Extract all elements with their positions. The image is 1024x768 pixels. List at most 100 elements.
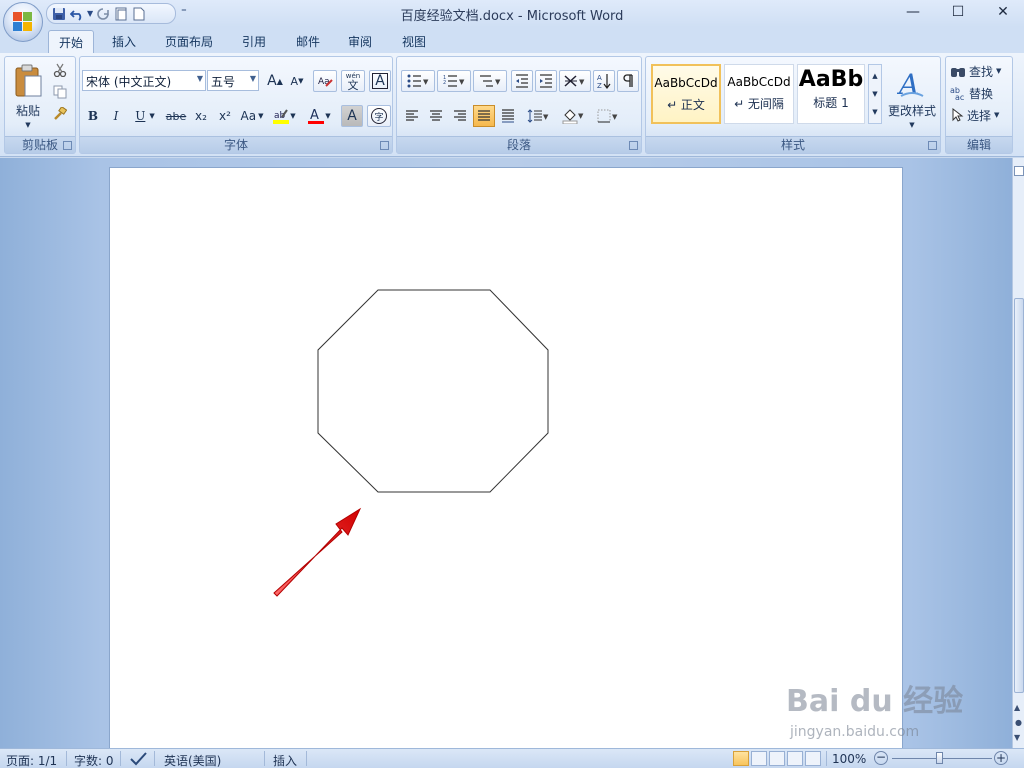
shrink-font-button[interactable]: A ▼ — [287, 70, 307, 92]
full-screen-reading-view-icon[interactable] — [751, 751, 767, 766]
document-page[interactable] — [109, 167, 903, 748]
align-center-button[interactable] — [425, 105, 447, 127]
select-button[interactable]: 选择 ▼ — [950, 105, 1012, 125]
status-separator — [264, 751, 265, 766]
tab-page-layout[interactable]: 页面布局 — [156, 30, 222, 53]
tab-home[interactable]: 开始 — [48, 30, 94, 53]
strikethrough-button[interactable]: abe — [164, 105, 188, 127]
paste-button[interactable]: 粘贴 ▼ — [9, 59, 47, 133]
multilevel-list-icon: ▼ — [480, 75, 501, 87]
bullets-button[interactable]: ▼ — [401, 70, 435, 92]
draft-view-icon[interactable] — [805, 751, 821, 766]
align-left-button[interactable] — [401, 105, 423, 127]
font-size-combo[interactable]: 五号 ▼ — [207, 70, 259, 91]
shading-button[interactable]: ▼ — [557, 105, 589, 127]
distributed-button[interactable] — [497, 105, 519, 127]
change-case-button[interactable]: Aa ▼ — [238, 105, 266, 127]
font-color-button[interactable]: A ▼ — [303, 105, 335, 127]
web-layout-view-icon[interactable] — [769, 751, 785, 766]
show-marks-button[interactable] — [617, 70, 639, 92]
phonetic-guide-button[interactable]: wén 文 — [341, 70, 365, 92]
style-normal[interactable]: AaBbCcDd ↵ 正文 — [651, 64, 721, 124]
replace-button[interactable]: ab ac 替换 — [950, 83, 1012, 103]
style-heading-1[interactable]: AaBb 标题 1 — [797, 64, 865, 124]
numbering-button[interactable]: 1 2 ▼ — [437, 70, 471, 92]
character-border-button[interactable]: A — [369, 70, 391, 92]
find-dropdown-icon: ▼ — [996, 67, 1002, 75]
page-count[interactable]: 页面: 1/1 — [6, 752, 57, 768]
insert-mode-indicator[interactable]: 插入 — [273, 752, 297, 768]
format-painter-icon — [54, 107, 67, 120]
styles-dialog-launcher[interactable] — [928, 141, 937, 150]
clear-formatting-button[interactable]: Aa — [313, 70, 337, 92]
grow-font-icon: A — [267, 73, 277, 89]
cut-button[interactable] — [51, 61, 69, 79]
numbering-icon: 12 ▼ — [443, 75, 465, 87]
line-spacing-button[interactable]: ▼ — [523, 105, 553, 127]
browse-object-icon[interactable]: ● — [1015, 718, 1022, 727]
close-button[interactable]: ✕ — [980, 0, 1024, 24]
copy-button[interactable] — [51, 83, 69, 101]
word-count[interactable]: 字数: 0 — [74, 752, 114, 768]
grow-font-button[interactable]: A ▲ — [265, 70, 285, 92]
highlight-color-button[interactable]: ab ▼ — [269, 105, 299, 127]
svg-text:2: 2 — [443, 80, 446, 86]
increase-indent-button[interactable] — [535, 70, 557, 92]
tab-mailings[interactable]: 邮件 — [286, 30, 330, 53]
style-no-spacing-sample: AaBbCcDd — [727, 75, 791, 89]
find-label: 查找 — [969, 64, 994, 79]
print-layout-view-icon[interactable] — [733, 751, 749, 766]
tab-review[interactable]: 审阅 — [338, 30, 382, 53]
font-dialog-launcher[interactable] — [380, 141, 389, 150]
watermark-logo: Bai du 经验 — [786, 684, 964, 719]
tab-references[interactable]: 引用 — [232, 30, 276, 53]
superscript-button[interactable]: x² — [214, 105, 236, 127]
find-button[interactable]: 查找 ▼ — [950, 61, 1012, 81]
replace-label: 替换 — [969, 86, 994, 101]
scroll-thumb[interactable] — [1014, 298, 1024, 693]
paint-bucket-icon: ▼ — [562, 109, 584, 124]
enclose-characters-button[interactable]: 字 — [367, 105, 391, 127]
status-separator — [120, 751, 121, 766]
ruler-toggle-icon[interactable] — [1014, 166, 1024, 176]
language-indicator[interactable]: 英语(美国) — [164, 752, 221, 768]
paragraph-dialog-launcher[interactable] — [629, 141, 638, 150]
paragraph-mark-icon — [623, 74, 633, 87]
borders-button[interactable]: ▼ — [593, 105, 623, 127]
justify-button[interactable] — [473, 105, 495, 127]
office-button[interactable] — [3, 2, 43, 42]
character-shading-button[interactable]: A — [341, 105, 363, 127]
chinese-layout-button[interactable]: ▼ — [559, 70, 591, 92]
minimize-button[interactable]: — — [890, 0, 936, 24]
prev-page-icon[interactable]: ▲ — [1014, 703, 1020, 712]
multilevel-list-button[interactable]: ▼ — [473, 70, 507, 92]
change-case-label: Aa — [240, 109, 257, 123]
proofing-icon[interactable] — [130, 752, 148, 768]
zoom-level[interactable]: 100% — [832, 752, 866, 766]
italic-button[interactable]: I — [106, 105, 126, 127]
zoom-out-icon[interactable]: − — [874, 751, 888, 765]
style-no-spacing[interactable]: AaBbCcDd ↵ 无间隔 — [724, 64, 794, 124]
sort-button[interactable]: AZ — [593, 70, 615, 92]
maximize-button[interactable]: ☐ — [935, 0, 981, 24]
zoom-slider-thumb[interactable] — [936, 752, 943, 764]
zoom-in-icon[interactable]: + — [994, 751, 1008, 765]
tab-view[interactable]: 视图 — [392, 30, 436, 53]
font-name-combo[interactable]: 宋体 (中文正文) ▼ — [82, 70, 206, 91]
subscript-button[interactable]: x₂ — [190, 105, 212, 127]
paragraph-group: ▼ 1 2 ▼ ▼ ▼ AZ ▼ ▼ ▼ 段落 — [396, 56, 642, 154]
decrease-indent-button[interactable] — [511, 70, 533, 92]
underline-button[interactable]: U ▼ — [130, 105, 160, 127]
bold-button[interactable]: B — [83, 105, 103, 127]
format-painter-button[interactable] — [51, 105, 69, 123]
vertical-scrollbar[interactable]: ▲ ● ▼ — [1012, 158, 1024, 748]
change-styles-button[interactable]: A 更改样式 ▼ — [884, 61, 940, 135]
align-right-button[interactable] — [449, 105, 471, 127]
border-icon: ▼ — [597, 109, 618, 123]
styles-gallery-scroll[interactable]: ▲ ▼ ▼ — [868, 64, 882, 124]
outline-view-icon[interactable] — [787, 751, 803, 766]
next-page-icon[interactable]: ▼ — [1014, 733, 1020, 742]
octagon-shape[interactable] — [317, 289, 549, 493]
clipboard-dialog-launcher[interactable] — [63, 141, 72, 150]
tab-insert[interactable]: 插入 — [102, 30, 146, 53]
